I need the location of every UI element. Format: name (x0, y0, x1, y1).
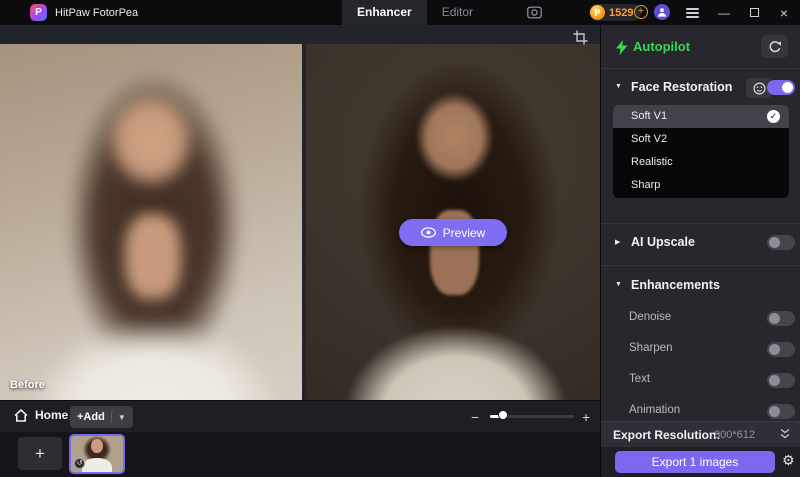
export-resolution-label: Export Resolution: (613, 428, 720, 442)
app-title: HitPaw FotorPea (55, 7, 138, 19)
main-tabs: Enhancer Editor (342, 0, 488, 25)
sharpen-row: Sharpen (601, 341, 800, 357)
enhancements-row: ▼ Enhancements (601, 276, 800, 296)
divider (601, 223, 800, 224)
text-label: Text (629, 373, 650, 385)
zoom-slider-handle[interactable] (498, 410, 508, 420)
settings-sidebar: Autopilot ▼ Face Restoration Soft V1 ✓ S… (600, 25, 800, 477)
sharpen-toggle[interactable] (767, 342, 795, 357)
crop-icon[interactable] (573, 30, 589, 46)
app-logo-icon: P (30, 4, 47, 21)
tab-editor[interactable]: Editor (427, 0, 488, 25)
enhancements-label: Enhancements (631, 278, 720, 292)
denoise-row: Denoise (601, 310, 800, 326)
sharpen-label: Sharpen (629, 342, 672, 354)
add-image-button[interactable]: +Add ▼ (70, 406, 133, 428)
home-button[interactable]: Home (14, 408, 68, 422)
option-soft-v2[interactable]: Soft V2 (613, 128, 789, 151)
divider (111, 411, 112, 423)
chevron-down-icon[interactable]: ▼ (118, 413, 126, 422)
add-thumbnail-button[interactable]: + (18, 437, 62, 470)
double-chevron-icon[interactable] (779, 427, 791, 446)
face-restoration-label: Face Restoration (631, 80, 732, 94)
maximize-button[interactable] (742, 0, 766, 25)
autopilot-row: Autopilot (601, 35, 800, 59)
expand-triangle-icon[interactable]: ▼ (615, 83, 622, 90)
export-resolution-row: Export Resolution: 800*612 (601, 421, 800, 447)
animation-label: Animation (629, 404, 680, 416)
close-button[interactable]: × (772, 0, 796, 25)
history-icon[interactable]: ↺ (74, 458, 85, 469)
filmstrip: + ↺ (0, 432, 600, 477)
export-footer: Export 1 images ⚙ (601, 447, 800, 477)
account-icon[interactable] (654, 4, 670, 20)
face-restoration-row: ▼ Face Restoration (601, 78, 800, 98)
text-toggle[interactable] (767, 373, 795, 388)
screenshot-icon[interactable] (527, 6, 542, 19)
minimize-button[interactable]: — (712, 0, 736, 25)
ai-upscale-label: AI Upscale (631, 235, 695, 249)
option-sharp[interactable]: Sharp (613, 174, 789, 197)
preview-label: Preview (443, 226, 486, 240)
titlebar: P HitPaw FotorPea Enhancer Editor P 1529… (0, 0, 800, 25)
expand-triangle-icon[interactable]: ▼ (615, 281, 622, 288)
option-realistic[interactable]: Realistic (613, 151, 789, 174)
ai-upscale-row: ▶ AI Upscale (601, 233, 800, 253)
check-icon: ✓ (767, 110, 780, 123)
hitpaw-fotorpea-window: P HitPaw FotorPea Enhancer Editor P 1529… (0, 0, 800, 477)
export-resolution-value: 800*612 (714, 429, 755, 441)
tab-enhancer[interactable]: Enhancer (342, 0, 427, 25)
denoise-label: Denoise (629, 311, 671, 323)
before-portrait (0, 44, 302, 400)
lightning-icon (616, 40, 628, 60)
face-restoration-toggle[interactable] (767, 80, 795, 95)
coin-count: 1529 (609, 7, 633, 19)
collapsed-triangle-icon[interactable]: ▶ (615, 238, 620, 246)
reset-button[interactable] (761, 35, 788, 58)
text-row: Text (601, 372, 800, 388)
animation-row: Animation (601, 403, 800, 419)
image-thumbnail-selected[interactable]: ↺ (69, 434, 125, 474)
ai-upscale-toggle[interactable] (767, 235, 795, 250)
before-label: Before (10, 379, 45, 391)
refresh-icon (768, 40, 782, 54)
menu-icon[interactable] (686, 8, 699, 18)
home-label: Home (35, 408, 68, 422)
option-soft-v1[interactable]: Soft V1 ✓ (613, 105, 789, 128)
add-coins-button[interactable]: + (634, 5, 648, 19)
before-image[interactable]: Before (0, 44, 302, 400)
eye-icon (421, 227, 436, 238)
gear-icon[interactable]: ⚙ (782, 452, 795, 469)
home-icon (14, 409, 28, 422)
preview-button[interactable]: Preview (399, 219, 507, 246)
add-label: +Add (77, 411, 105, 423)
zoom-out-button[interactable]: − (471, 409, 479, 425)
divider (601, 265, 800, 266)
smiley-icon (753, 82, 766, 95)
animation-toggle[interactable] (767, 404, 795, 419)
image-canvas: Before Preview (0, 25, 600, 400)
coin-icon: P (590, 5, 605, 20)
bottom-toolbar: Home +Add ▼ − + (0, 400, 600, 432)
autopilot-label: Autopilot (633, 39, 690, 54)
export-button[interactable]: Export 1 images (615, 451, 775, 473)
zoom-in-button[interactable]: + (582, 409, 590, 425)
face-restoration-model-list: Soft V1 ✓ Soft V2 Realistic Sharp (613, 105, 789, 198)
divider (601, 68, 800, 69)
denoise-toggle[interactable] (767, 311, 795, 326)
